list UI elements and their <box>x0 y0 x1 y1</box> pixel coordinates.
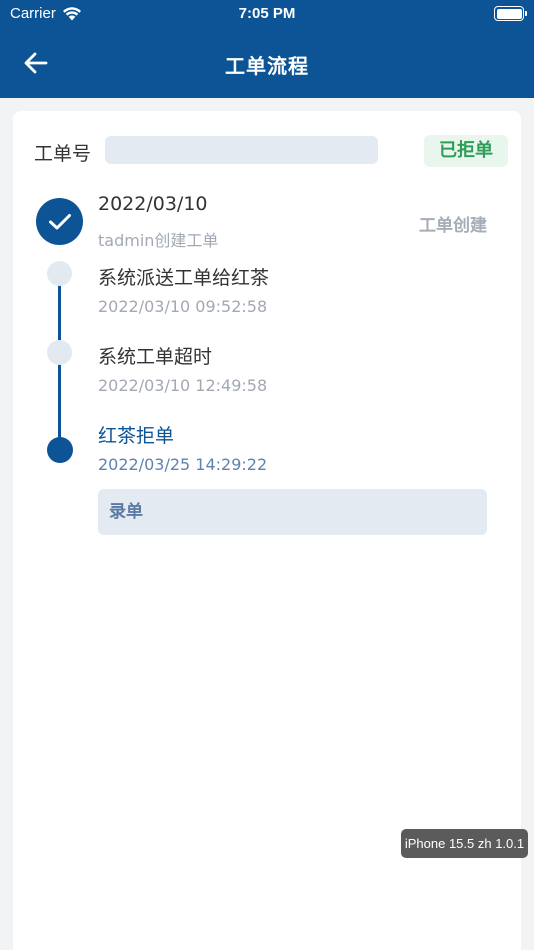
navigation-bar: 工单流程 <box>0 30 534 96</box>
step-title: 2022/03/10 <box>98 193 208 215</box>
order-number-label: 工单号 <box>34 143 92 165</box>
step-tag: 工单创建 <box>419 216 487 236</box>
step-subtitle: 2022/03/10 09:52:58 <box>98 297 268 316</box>
version-label: iPhone 15.5 zh 1.0.1 <box>401 829 528 858</box>
step-pending-marker <box>47 261 72 286</box>
step-title: 系统派送工单给红茶 <box>98 267 270 289</box>
step-done-marker <box>36 198 83 245</box>
clock: 7:05 PM <box>238 5 296 22</box>
step-subtitle: tadmin创建工单 <box>98 231 219 250</box>
workflow-timeline: 2022/03/10 tadmin创建工单 工单创建 系统派送工单给红茶 202… <box>13 181 521 541</box>
step-title: 红茶拒单 <box>98 425 175 447</box>
step-subtitle: 2022/03/10 12:49:58 <box>98 376 268 395</box>
status-bar: Carrier 7:05 PM <box>0 0 534 30</box>
order-number-value <box>105 136 378 164</box>
step-remark: 录单 <box>98 489 487 535</box>
checkmark-icon <box>48 213 71 229</box>
step-title: 系统工单超时 <box>98 346 213 368</box>
order-number-row: 工单号 已拒单 <box>34 135 508 167</box>
status-badge: 已拒单 <box>424 135 508 167</box>
app-header: Carrier 7:05 PM 工单流程 <box>0 0 534 98</box>
battery-icon <box>494 6 527 21</box>
step-current-marker <box>47 437 73 463</box>
page-title: 工单流程 <box>225 54 309 78</box>
battery-level <box>496 8 522 19</box>
timeline-connector <box>58 353 61 443</box>
step-pending-marker <box>47 340 72 365</box>
step-subtitle: 2022/03/25 14:29:22 <box>98 455 268 474</box>
workflow-card: 工单号 已拒单 2022/03/10 tadmin创建工单 工单创建 系统派送工… <box>13 111 521 950</box>
